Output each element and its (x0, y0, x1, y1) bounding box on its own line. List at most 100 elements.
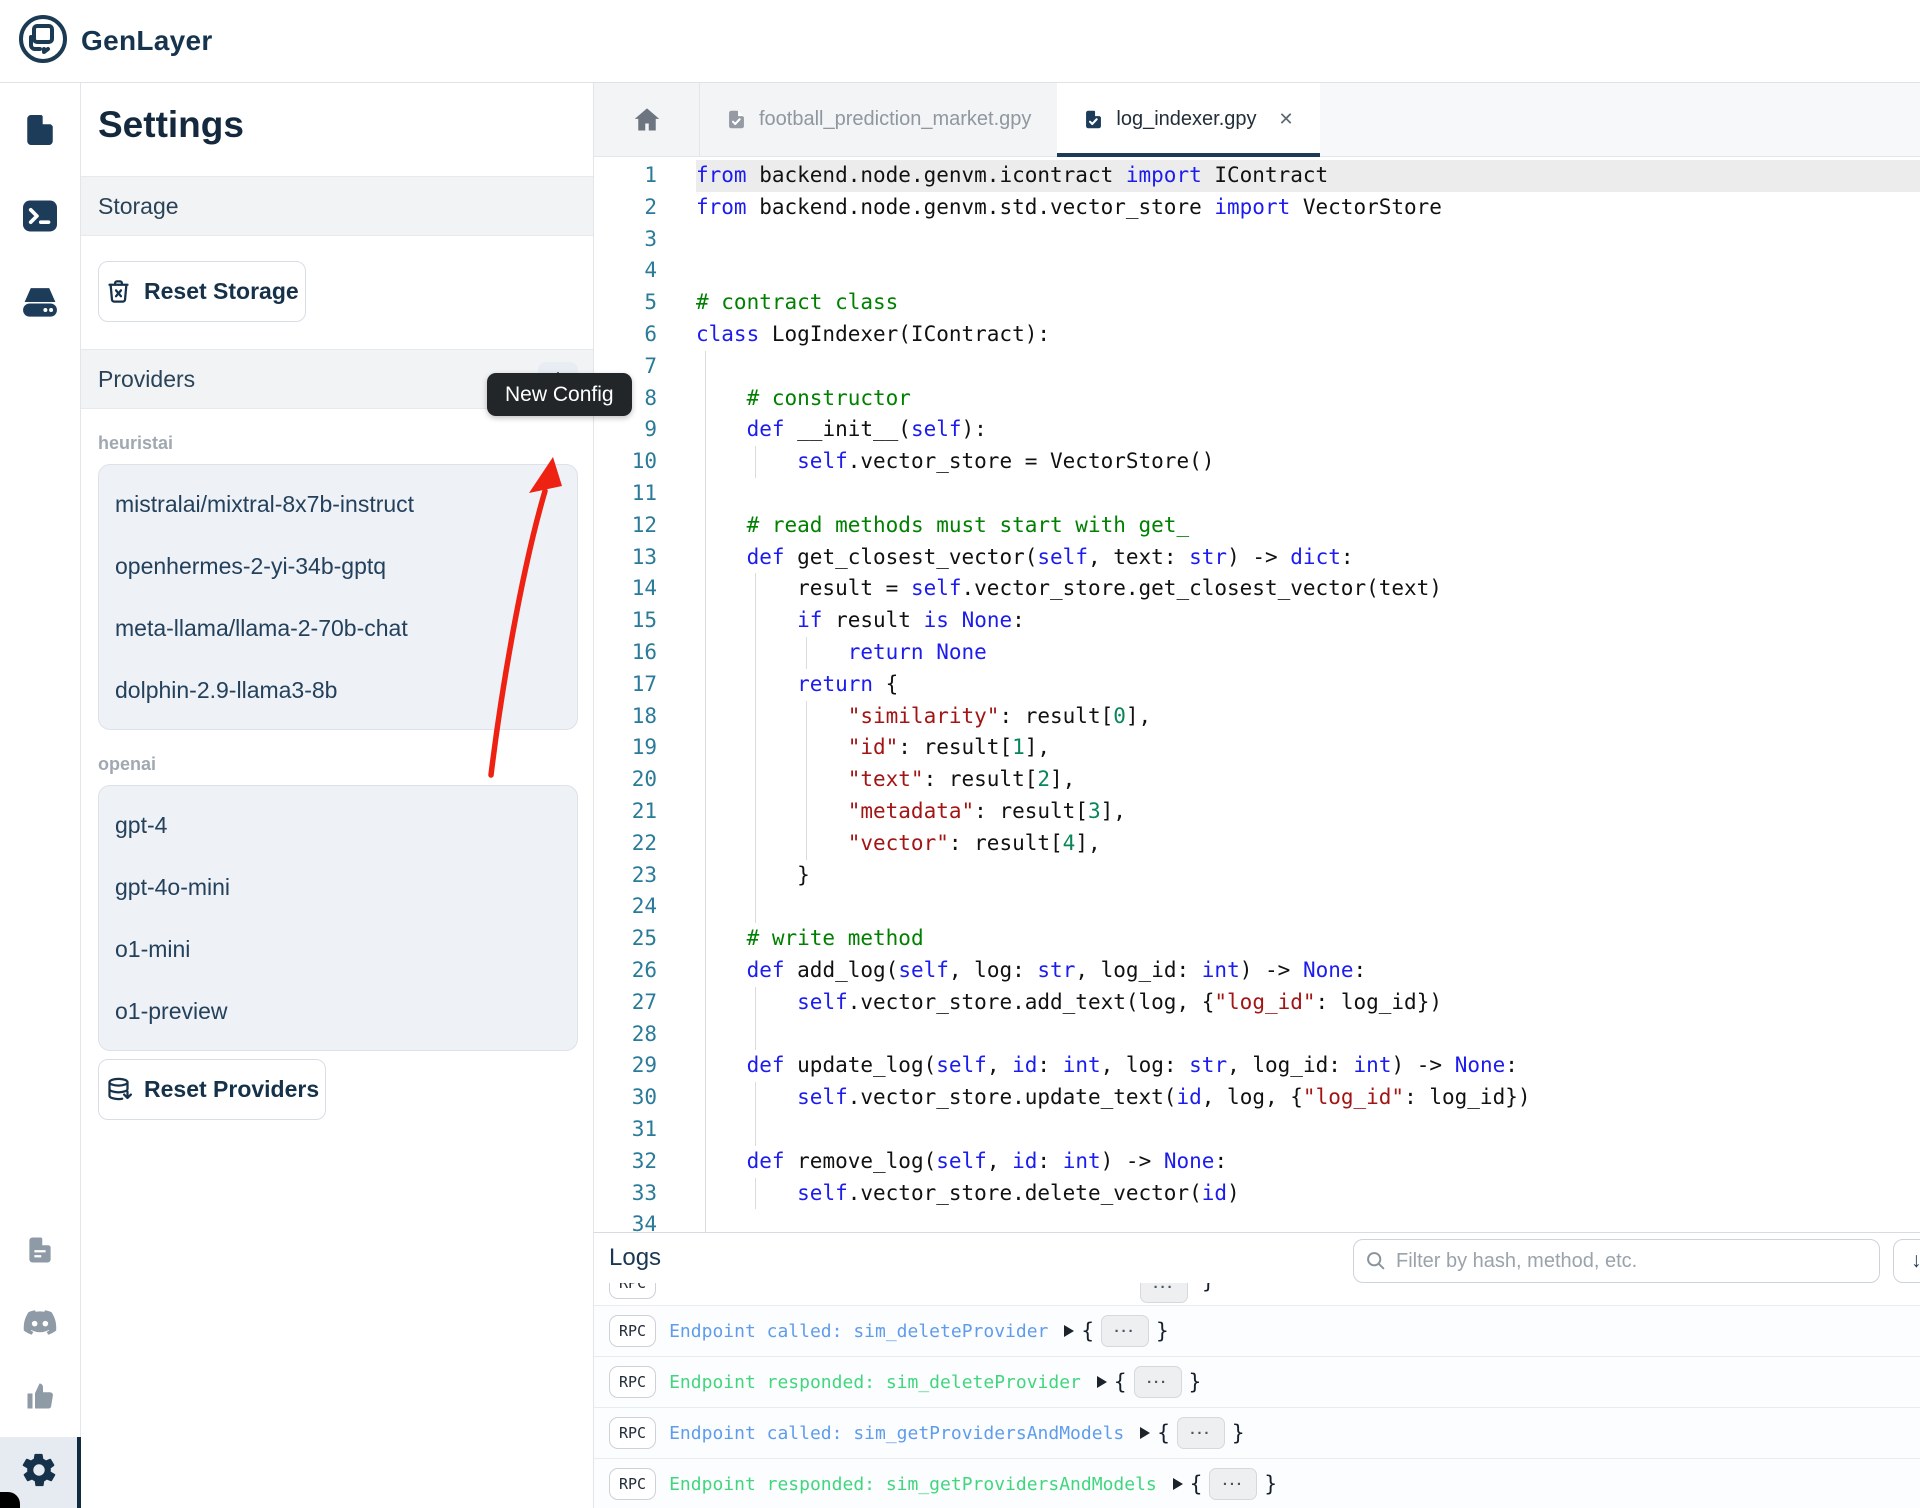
code-line[interactable]: 18 "similarity": result[0], (594, 701, 1920, 733)
code-line[interactable]: 10 self.vector_store = VectorStore() (594, 446, 1920, 478)
line-number: 31 (594, 1114, 696, 1146)
code-line[interactable]: 12 # read methods must start with get_ (594, 510, 1920, 542)
code-line[interactable]: 22 "vector": result[4], (594, 828, 1920, 860)
reset-storage-button[interactable]: Reset Storage (98, 261, 306, 322)
app-header: GenLayer (0, 0, 1920, 83)
log-row: RPCEndpoint called: sim_deleteProvider{·… (594, 1305, 1920, 1356)
line-number: 18 (594, 701, 696, 733)
code-line[interactable]: 9 def __init__(self): (594, 414, 1920, 446)
provider-model-item[interactable]: dolphin-2.9-llama3-8b (99, 659, 577, 721)
log-message: Endpoint called: sim_getProvidersAndMode… (669, 1423, 1124, 1444)
code-line[interactable]: 31 (594, 1114, 1920, 1146)
provider-model-item[interactable]: gpt-4 (99, 794, 577, 856)
code-line[interactable]: 17 return { (594, 669, 1920, 701)
reset-providers-button[interactable]: Reset Providers (98, 1059, 326, 1120)
code-line[interactable]: 24 (594, 891, 1920, 923)
code-line[interactable]: 27 self.vector_store.add_text(log, {"log… (594, 987, 1920, 1019)
terminal-icon[interactable] (20, 196, 60, 236)
discord-icon[interactable] (20, 1303, 60, 1343)
provider-model-item[interactable]: gpt-4o-mini (99, 856, 577, 918)
code-line[interactable]: 2from backend.node.genvm.std.vector_stor… (594, 192, 1920, 224)
code-line[interactable]: 11 (594, 478, 1920, 510)
files-icon[interactable] (20, 110, 60, 150)
code-editor[interactable]: 1from backend.node.genvm.icontract impor… (594, 157, 1920, 1232)
code-line[interactable]: 8 # constructor (594, 383, 1920, 415)
home-tab-button[interactable] (594, 83, 700, 156)
thumbs-up-icon[interactable] (20, 1376, 60, 1416)
closing-brace: } (1156, 1319, 1169, 1343)
code-line[interactable]: 19 "id": result[1], (594, 732, 1920, 764)
log-row: RPCEndpoint responded: sim_deleteProvide… (594, 1356, 1920, 1407)
sort-icon: ↓↑ (1911, 1249, 1920, 1273)
code-line[interactable]: 4 (594, 255, 1920, 287)
code-line[interactable]: 23 } (594, 860, 1920, 892)
code-line[interactable]: 34 (594, 1209, 1920, 1232)
code-line[interactable]: 26 def add_log(self, log: str, log_id: i… (594, 955, 1920, 987)
close-tab-icon[interactable]: ✕ (1279, 109, 1294, 130)
expand-triangle-icon[interactable] (1064, 1325, 1074, 1337)
logs-panel: Logs ↓↑ RPC···}RPCEndpoint called: sim_d… (594, 1232, 1920, 1508)
expand-triangle-icon[interactable] (1173, 1478, 1183, 1490)
code-line[interactable]: 32 def remove_log(self, id: int) -> None… (594, 1146, 1920, 1178)
code-line[interactable]: 1from backend.node.genvm.icontract impor… (594, 160, 1920, 192)
code-line[interactable]: 33 self.vector_store.delete_vector(id) (594, 1178, 1920, 1210)
line-number: 13 (594, 542, 696, 574)
code-line[interactable]: 28 (594, 1019, 1920, 1051)
docs-icon[interactable] (20, 1230, 60, 1270)
gear-icon[interactable] (20, 1451, 58, 1494)
code-line[interactable]: 15 if result is None: (594, 605, 1920, 637)
closing-brace: } (1264, 1472, 1277, 1496)
settings-panel: Settings Storage Reset Storage Providers… (81, 83, 594, 1508)
log-row: RPCEndpoint called: sim_getProvidersAndM… (594, 1407, 1920, 1458)
rpc-badge: RPC (609, 1468, 656, 1500)
sort-logs-button[interactable]: ↓↑ (1893, 1239, 1920, 1283)
expand-params-button[interactable]: ··· (1134, 1366, 1182, 1398)
line-number: 17 (594, 669, 696, 701)
code-line[interactable]: 3 (594, 224, 1920, 256)
code-line[interactable]: 30 self.vector_store.update_text(id, log… (594, 1082, 1920, 1114)
code-line[interactable]: 21 "metadata": result[3], (594, 796, 1920, 828)
genlayer-logo-icon (17, 13, 69, 70)
line-number: 24 (594, 891, 696, 923)
provider-model-item[interactable]: o1-mini (99, 918, 577, 980)
code-line[interactable]: 7 (594, 351, 1920, 383)
line-number: 22 (594, 828, 696, 860)
tab-bar-filler (1320, 83, 1920, 156)
log-row: RPC···} (594, 1283, 1920, 1305)
logs-filter-input[interactable] (1353, 1239, 1880, 1283)
log-row: RPCEndpoint responded: sim_getProvidersA… (594, 1458, 1920, 1508)
expand-triangle-icon[interactable] (1140, 1427, 1150, 1439)
expand-params-button[interactable]: ··· (1177, 1417, 1225, 1449)
code-line[interactable]: 20 "text": result[2], (594, 764, 1920, 796)
provider-model-item[interactable]: mistralai/mixtral-8x7b-instruct (99, 473, 577, 535)
expand-triangle-icon[interactable] (1097, 1376, 1107, 1388)
rpc-badge: RPC (609, 1366, 656, 1398)
expand-params-button[interactable]: ··· (1101, 1315, 1149, 1347)
closing-brace: } (1202, 1283, 1215, 1293)
tab-log-indexer[interactable]: log_indexer.gpy ✕ (1057, 83, 1319, 156)
provider-model-item[interactable]: openhermes-2-yi-34b-gptq (99, 535, 577, 597)
code-line[interactable]: 5# contract class (594, 287, 1920, 319)
line-number: 25 (594, 923, 696, 955)
provider-model-item[interactable]: o1-preview (99, 980, 577, 1042)
code-line[interactable]: 29 def update_log(self, id: int, log: st… (594, 1050, 1920, 1082)
tab-label: football_prediction_market.gpy (759, 108, 1031, 131)
provider-model-item[interactable]: meta-llama/llama-2-70b-chat (99, 597, 577, 659)
expand-params-button[interactable]: ··· (1140, 1283, 1188, 1303)
opening-brace: { (1157, 1421, 1170, 1445)
line-number: 15 (594, 605, 696, 637)
line-number: 20 (594, 764, 696, 796)
line-number: 19 (594, 732, 696, 764)
provider-group: gpt-4gpt-4o-minio1-minio1-preview (98, 785, 578, 1051)
provider-group: mistralai/mixtral-8x7b-instructopenherme… (98, 464, 578, 730)
code-line[interactable]: 16 return None (594, 637, 1920, 669)
expand-params-button[interactable]: ··· (1209, 1468, 1257, 1500)
code-line[interactable]: 14 result = self.vector_store.get_closes… (594, 573, 1920, 605)
providers-label: Providers (98, 366, 195, 393)
code-line[interactable]: 13 def get_closest_vector(self, text: st… (594, 542, 1920, 574)
provider-group-label: heuristai (98, 433, 576, 454)
tab-football-prediction-market[interactable]: football_prediction_market.gpy (700, 83, 1057, 156)
storage-drive-icon[interactable] (20, 282, 60, 322)
code-line[interactable]: 25 # write method (594, 923, 1920, 955)
code-line[interactable]: 6class LogIndexer(IContract): (594, 319, 1920, 351)
